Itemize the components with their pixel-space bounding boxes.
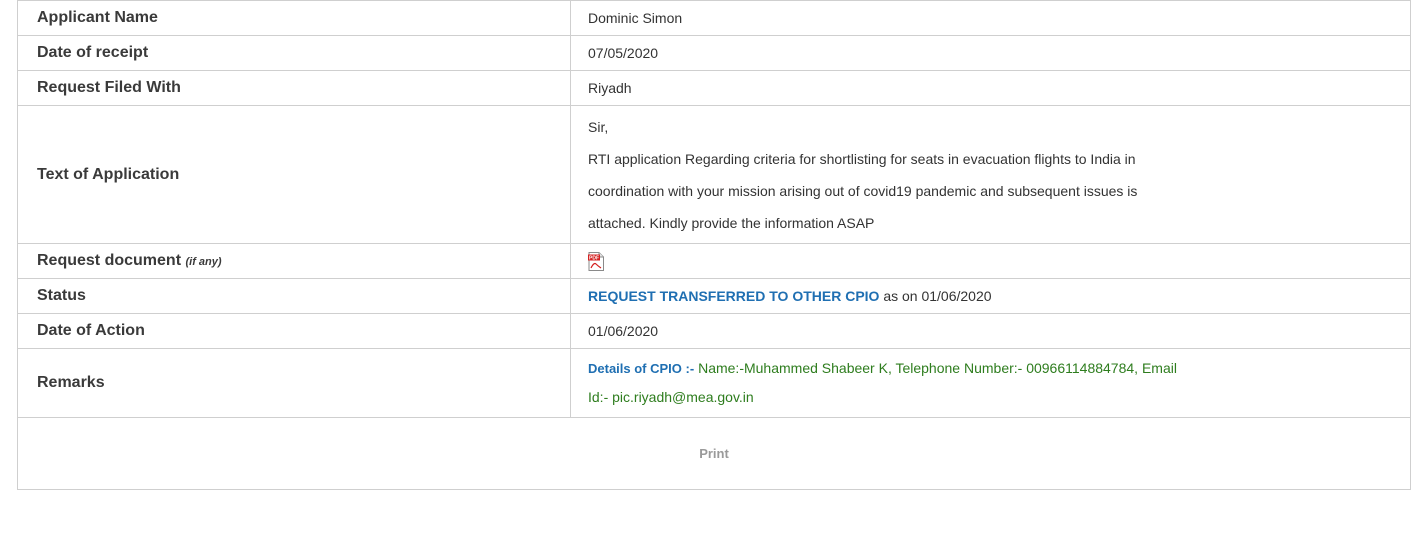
applicant-name-label: Applicant Name <box>17 0 571 36</box>
table-row: Request document (if any) PDF <box>17 243 1411 279</box>
table-row: Print <box>17 417 1411 490</box>
request-document-value: PDF <box>570 243 1411 279</box>
date-of-receipt-value: 07/05/2020 <box>570 35 1411 71</box>
cpio-details-label: Details of CPIO :- <box>588 361 695 376</box>
table-row: Date of Action 01/06/2020 <box>17 313 1411 349</box>
request-document-label-text: Request document <box>37 252 182 269</box>
status-link[interactable]: REQUEST TRANSFERRED TO OTHER CPIO <box>588 288 879 304</box>
rti-details-table: Applicant Name Dominic Simon Date of rec… <box>17 0 1411 490</box>
request-filed-with-value: Riyadh <box>570 70 1411 106</box>
text-of-application-value: Sir, RTI application Regarding criteria … <box>570 105 1411 244</box>
date-of-action-value: 01/06/2020 <box>570 313 1411 349</box>
status-label: Status <box>17 278 571 314</box>
remarks-label: Remarks <box>17 348 571 418</box>
application-line: RTI application Regarding criteria for s… <box>588 150 1136 167</box>
status-value: REQUEST TRANSFERRED TO OTHER CPIO as on … <box>570 278 1411 314</box>
table-row: Request Filed With Riyadh <box>17 70 1411 106</box>
print-cell: Print <box>17 417 1411 490</box>
application-line: Sir, <box>588 118 609 135</box>
remarks-line: Details of CPIO :- Name:-Muhammed Shabee… <box>588 354 1398 383</box>
request-document-label: Request document (if any) <box>17 243 571 279</box>
text-of-application-label: Text of Application <box>17 105 571 244</box>
rti-status-panel: Applicant Name Dominic Simon Date of rec… <box>17 0 1411 490</box>
cpio-details-text: Name:-Muhammed Shabeer K, Telephone Numb… <box>698 360 1177 376</box>
table-row: Date of receipt 07/05/2020 <box>17 35 1411 71</box>
request-filed-with-label: Request Filed With <box>17 70 571 106</box>
pdf-icon[interactable]: PDF <box>588 251 604 271</box>
svg-text:PDF: PDF <box>589 255 599 261</box>
remarks-value: Details of CPIO :- Name:-Muhammed Shabee… <box>570 348 1411 418</box>
application-line: coordination with your mission arising o… <box>588 182 1138 199</box>
table-row: Status REQUEST TRANSFERRED TO OTHER CPIO… <box>17 278 1411 314</box>
cpio-email: Id:- pic.riyadh@mea.gov.in <box>588 389 754 405</box>
applicant-name-value: Dominic Simon <box>570 0 1411 36</box>
status-as-on: as on 01/06/2020 <box>883 288 992 304</box>
date-of-action-label: Date of Action <box>17 313 571 349</box>
print-button[interactable]: Print <box>699 446 729 461</box>
table-row: Remarks Details of CPIO :- Name:-Muhamme… <box>17 348 1411 418</box>
request-document-note: (if any) <box>185 256 222 268</box>
table-row: Text of Application Sir, RTI application… <box>17 105 1411 244</box>
date-of-receipt-label: Date of receipt <box>17 35 571 71</box>
table-row: Applicant Name Dominic Simon <box>17 0 1411 36</box>
application-line: attached. Kindly provide the information… <box>588 214 875 231</box>
